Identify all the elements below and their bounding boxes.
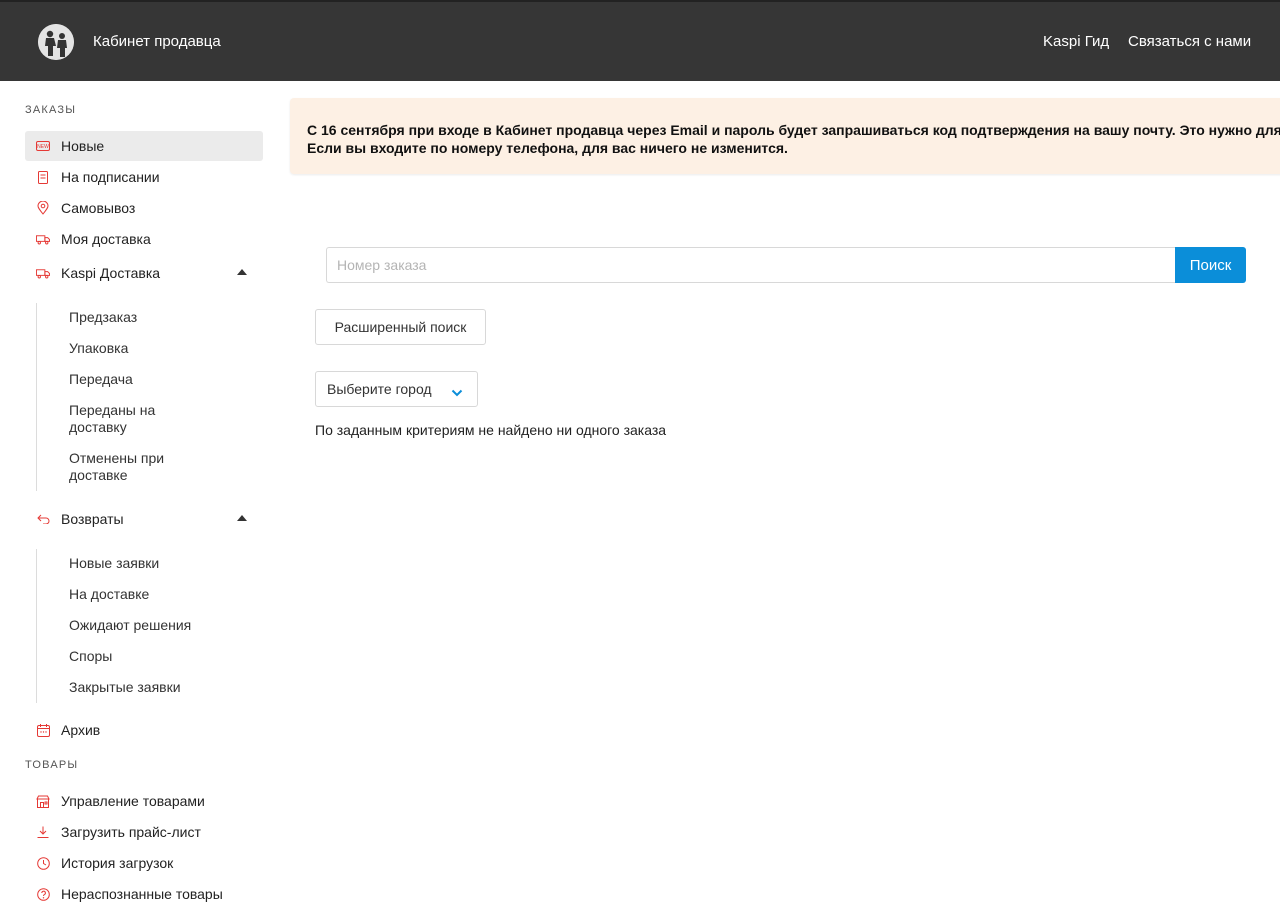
sidebar-item-returns[interactable]: Возвраты [25,504,263,534]
kaspi-logo-icon[interactable] [38,24,74,60]
city-select-value: Выберите город [327,381,432,397]
sidebar: ЗАКАЗЫ NEW Новые На подписании Самовывоз… [0,81,280,923]
goods-section-title: ТОВАРЫ [25,759,79,771]
orders-section-title: ЗАКАЗЫ [25,104,77,116]
submenu-divider [36,549,37,703]
sidebar-item-label: Kaspi Доставка [61,265,161,281]
submenu-item-handed-to-delivery[interactable]: Переданы на доставку [69,402,179,436]
sidebar-item-new[interactable]: NEW Новые [25,131,263,161]
sidebar-item-kaspi-delivery[interactable]: Kaspi Доставка [25,258,263,288]
search-button[interactable]: Поиск [1175,247,1246,283]
submenu-item-handover[interactable]: Передача [69,371,229,388]
sidebar-item-label: Архив [61,722,101,738]
brand-title: Кабинет продавца [93,33,221,50]
submenu-divider [36,303,37,491]
truck-icon [36,232,50,246]
notice-banner: С 16 сентября при входе в Кабинет продав… [290,98,1280,174]
clock-icon [36,856,50,870]
return-arrow-icon [36,512,50,526]
location-pin-icon [36,201,50,215]
download-icon [36,825,50,839]
empty-result-message: По заданным критериям не найдено ни одно… [315,422,667,438]
sidebar-item-upload-history[interactable]: История загрузок [25,848,263,878]
sidebar-item-upload-price-list[interactable]: Загрузить прайс-лист [25,817,263,847]
submenu-item-in-delivery[interactable]: На доставке [69,586,229,603]
calendar-icon [36,723,50,737]
top-bar: Кабинет продавца Kaspi Гид Связаться с н… [0,0,1280,81]
document-icon [36,170,50,184]
sidebar-item-label: Управление товарами [61,793,205,809]
sidebar-item-archive[interactable]: Архив [25,715,263,745]
new-badge-icon: NEW [36,139,50,153]
submenu-item-awaiting-decision[interactable]: Ожидают решения [69,617,229,634]
question-circle-icon [36,887,50,901]
advanced-search-button[interactable]: Расширенный поиск [315,309,486,345]
contact-us-link[interactable]: Связаться с нами [1128,33,1251,50]
chevron-down-icon [451,384,463,400]
sidebar-item-label: Возвраты [61,511,124,527]
kaspi-guide-link[interactable]: Kaspi Гид [1043,33,1109,50]
sidebar-item-label: История загрузок [61,855,174,871]
order-number-input[interactable] [326,247,1176,283]
sidebar-item-label: На подписании [61,169,160,185]
submenu-item-cancelled-on-delivery[interactable]: Отменены при доставке [69,450,179,484]
truck-icon [36,266,50,280]
sidebar-item-signing[interactable]: На подписании [25,162,263,192]
submenu-item-preorder[interactable]: Предзаказ [69,309,229,326]
sidebar-item-label: Нераспознанные товары [61,886,223,902]
submenu-item-packing[interactable]: Упаковка [69,340,229,357]
submenu-item-new-requests[interactable]: Новые заявки [69,555,229,572]
sidebar-item-unrecognized-goods[interactable]: Нераспознанные товары [25,879,263,909]
store-icon [36,794,50,808]
submenu-item-disputes[interactable]: Споры [69,648,229,665]
notice-line-1: С 16 сентября при входе в Кабинет продав… [307,122,1280,138]
sidebar-item-label: Самовывоз [61,200,136,216]
svg-text:NEW: NEW [37,144,49,150]
caret-up-icon[interactable] [237,269,247,275]
caret-up-icon[interactable] [237,515,247,521]
sidebar-item-goods-management[interactable]: Управление товарами [25,786,263,816]
notice-line-2: Если вы входите по номеру телефона, для … [307,140,788,156]
sidebar-item-my-delivery[interactable]: Моя доставка [25,224,263,254]
sidebar-item-label: Моя доставка [61,231,151,247]
city-select[interactable]: Выберите город [315,371,478,407]
sidebar-item-label: Загрузить прайс-лист [61,824,201,840]
submenu-item-closed-requests[interactable]: Закрытые заявки [69,679,229,696]
sidebar-item-label: Новые [61,138,105,154]
sidebar-item-pickup[interactable]: Самовывоз [25,193,263,223]
